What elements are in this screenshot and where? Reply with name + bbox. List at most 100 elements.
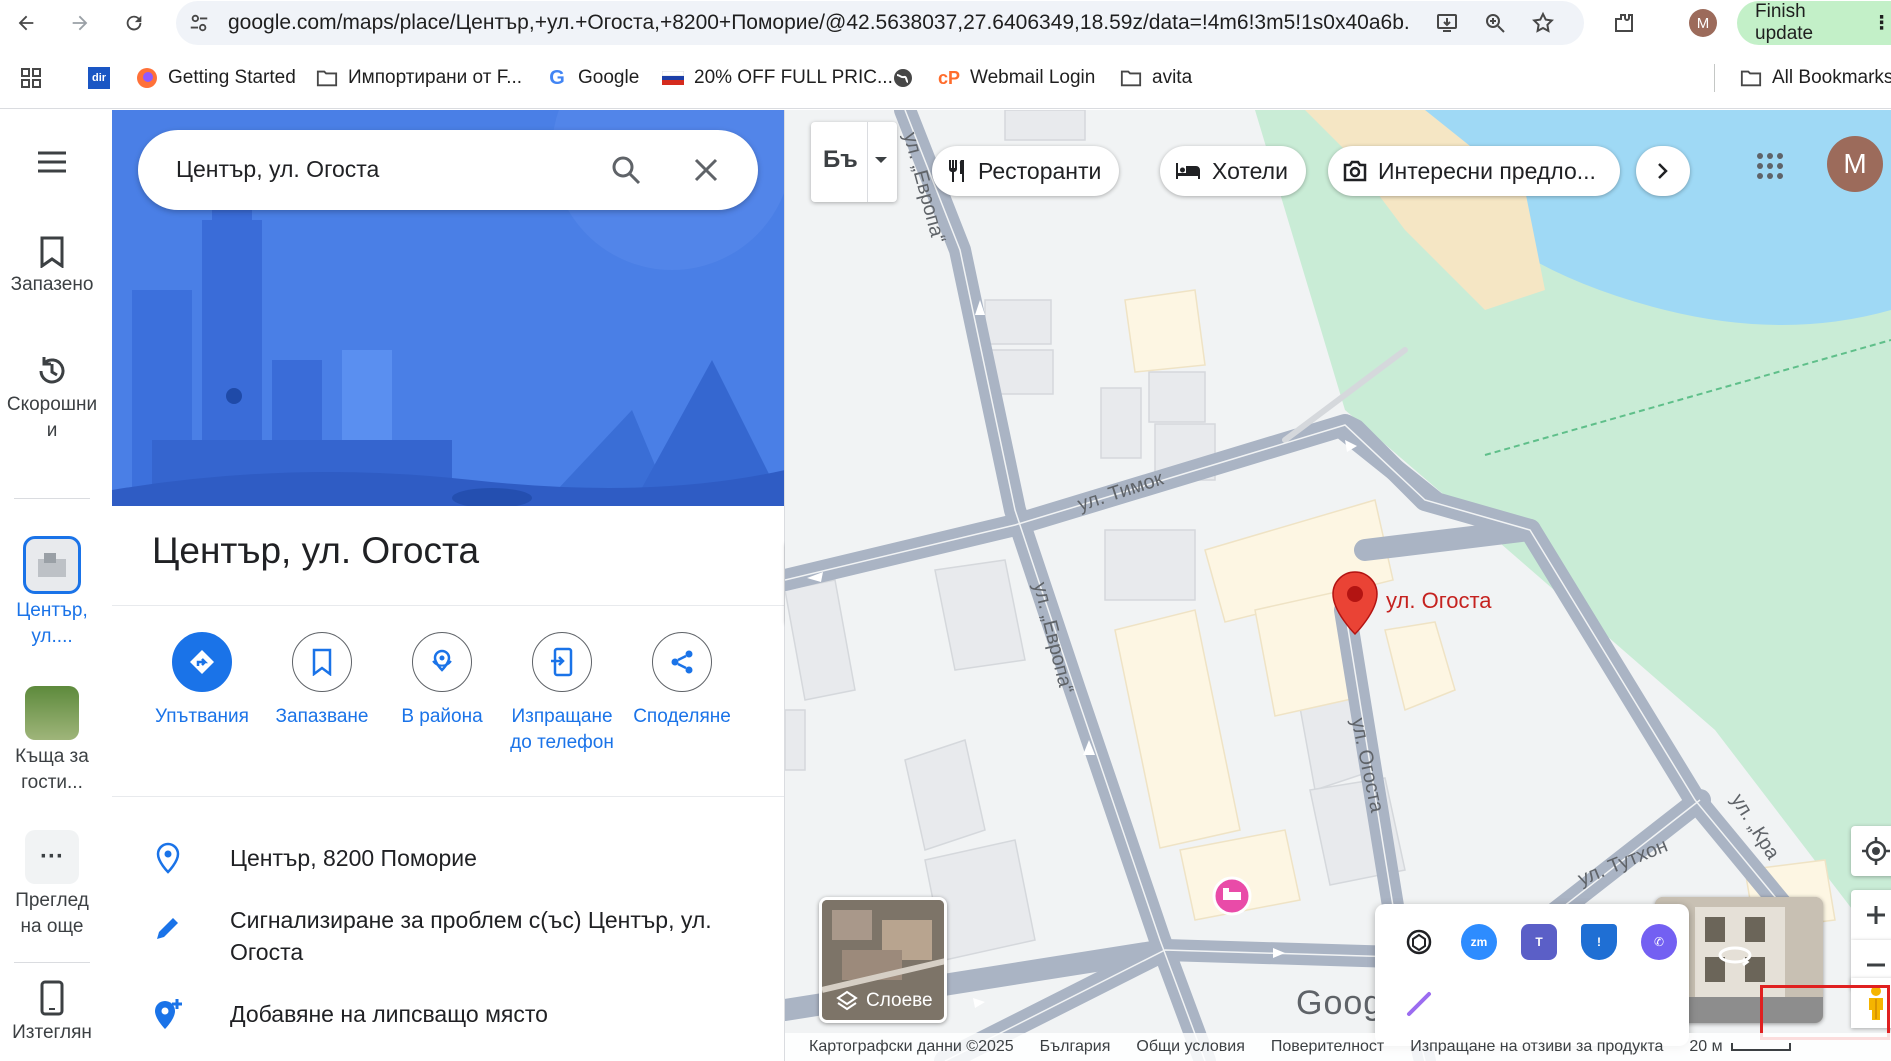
- chip-hotels[interactable]: Хотели: [1160, 146, 1306, 196]
- action-label: Запазване: [275, 706, 369, 727]
- address-bar[interactable]: google.com/maps/place/Център,+ул.+Огоста…: [176, 1, 1584, 45]
- google-apps-button[interactable]: [1750, 146, 1790, 186]
- zoom-in-button[interactable]: [1851, 890, 1891, 940]
- google-g-icon: G: [549, 66, 565, 89]
- caret-down-icon[interactable]: [873, 152, 889, 170]
- rail-divider: [14, 962, 90, 963]
- search-icon[interactable]: [606, 150, 646, 190]
- privacy-link[interactable]: Поверителност: [1271, 1038, 1384, 1056]
- finish-update-button[interactable]: Finish update ⋮: [1737, 1, 1891, 45]
- rail-current-place-label-tail: ул....: [31, 626, 73, 647]
- hotel-marker-icon[interactable]: [1212, 876, 1252, 916]
- site-info-icon[interactable]: [186, 10, 212, 36]
- install-app-icon[interactable]: [1432, 8, 1462, 38]
- map-scale[interactable]: 20 м: [1689, 1038, 1791, 1056]
- viber-icon[interactable]: ✆: [1641, 924, 1677, 960]
- country-link[interactable]: България: [1040, 1038, 1111, 1056]
- bookmark-webmail[interactable]: cP Webmail Login: [938, 64, 1095, 92]
- action-label: В района: [401, 706, 483, 727]
- zoom-icon[interactable]: [1480, 8, 1510, 38]
- chip-label: Ресторанти: [978, 157, 1102, 184]
- rail-divider: [14, 498, 90, 499]
- firefox-icon: [136, 67, 158, 89]
- chip-restaurants[interactable]: Ресторанти: [932, 146, 1120, 196]
- bookmark-avita[interactable]: avita: [1120, 64, 1192, 92]
- close-icon[interactable]: [686, 150, 726, 190]
- layers-icon: [836, 990, 858, 1011]
- rail-saved[interactable]: Запазено: [0, 236, 104, 298]
- bookmark-dir[interactable]: dir: [88, 64, 110, 92]
- action-label: Споделяне: [633, 706, 731, 727]
- minus-icon: [1867, 963, 1885, 967]
- extensions-button[interactable]: [1606, 5, 1642, 41]
- forward-button[interactable]: [62, 5, 98, 41]
- chatgpt-icon[interactable]: [1401, 924, 1437, 960]
- reload-button[interactable]: [116, 5, 152, 41]
- bookmark-icon: [40, 236, 64, 268]
- back-button[interactable]: [8, 5, 44, 41]
- hotel-bed-icon: [1176, 163, 1200, 179]
- feedback-link[interactable]: Изпращане на отзиви за продукта: [1410, 1038, 1663, 1056]
- maps-left-rail: Запазено Скорошни и Център, ул.... Къща …: [0, 110, 112, 1061]
- arrow-right-icon: [72, 15, 88, 31]
- place-title: Център, ул. Огоста: [152, 530, 480, 571]
- bookmark-google[interactable]: G Google: [546, 64, 639, 92]
- bookmark-label: Google: [578, 67, 640, 88]
- nearby-button[interactable]: В района: [382, 632, 502, 730]
- action-label: Упътвания: [155, 706, 249, 727]
- bookmark-20-off[interactable]: 20% OFF FULL PRIC...: [662, 64, 893, 92]
- rail-current-place[interactable]: Център, ул....: [0, 536, 104, 650]
- directions-button[interactable]: Упътвания: [142, 632, 262, 730]
- rail-more-label-tail: на още: [20, 916, 84, 937]
- rail-house[interactable]: Къща за гости...: [0, 686, 104, 796]
- scale-bar: [1730, 1043, 1791, 1051]
- map-canvas[interactable]: ул. „Европа“ ул. Тимок ул. „Европа“ ул. …: [785, 110, 1891, 1061]
- apps-grid-icon: [20, 67, 42, 89]
- rail-recents-label: Скорошни: [6, 394, 98, 415]
- rail-more[interactable]: ··· Преглед на още: [0, 830, 104, 940]
- nearby-icon: [432, 649, 452, 672]
- bookmark-all[interactable]: All Bookmarks: [1740, 64, 1891, 92]
- security-shield-icon[interactable]: !: [1581, 924, 1617, 960]
- folder-icon: [1740, 67, 1762, 89]
- dir-badge-icon: dir: [88, 67, 110, 89]
- map-footer: Картографски данни ©2025 България Общи у…: [785, 1033, 1891, 1061]
- send-to-phone-button[interactable]: Изпращане до телефон: [502, 632, 622, 756]
- crosshair-icon: [1862, 837, 1890, 865]
- terms-link[interactable]: Общи условия: [1136, 1038, 1245, 1056]
- map-type-toggle[interactable]: Бъ: [811, 122, 897, 202]
- bookmark-globe[interactable]: [892, 64, 914, 92]
- zoom-app-icon[interactable]: zm: [1461, 924, 1497, 960]
- search-box[interactable]: [138, 130, 758, 210]
- url-text[interactable]: google.com/maps/place/Център,+ул.+Огоста…: [228, 11, 1408, 35]
- scale-label: 20 м: [1689, 1038, 1723, 1055]
- kebab-menu-icon[interactable]: ⋮: [1872, 12, 1891, 35]
- finish-update-label: Finish update: [1755, 1, 1814, 44]
- rail-more-label: Преглед: [15, 890, 89, 911]
- folder-icon: [316, 67, 338, 89]
- bookmark-getting-started[interactable]: Getting Started: [136, 64, 296, 92]
- teams-icon[interactable]: T: [1521, 924, 1557, 960]
- share-button[interactable]: Споделяне: [622, 632, 742, 730]
- account-avatar[interactable]: M: [1827, 136, 1883, 192]
- bookmark-imported-folder[interactable]: Импортирани от F...: [316, 64, 522, 92]
- my-location-button[interactable]: [1851, 826, 1891, 876]
- rail-recents[interactable]: Скорошни и: [0, 354, 104, 444]
- report-text: Сигнализиране за проблем с(ъс) Център, у…: [230, 907, 712, 965]
- chips-next-button[interactable]: [1636, 146, 1690, 196]
- chip-attractions[interactable]: Интересни предло...: [1328, 146, 1620, 196]
- pen-icon[interactable]: [1401, 986, 1437, 1022]
- cpanel-icon: cP: [937, 67, 961, 88]
- pin-label[interactable]: ул. Огоста: [1386, 588, 1492, 614]
- apps-shortcut[interactable]: [20, 64, 42, 92]
- place-thumbnail: [23, 536, 81, 594]
- profile-avatar[interactable]: M: [1689, 9, 1717, 37]
- layers-label: Слоеве: [836, 990, 933, 1012]
- save-button[interactable]: Запазване: [262, 632, 382, 730]
- bookmark-star-icon[interactable]: [1528, 8, 1558, 38]
- arrow-left-icon: [18, 15, 34, 31]
- search-input[interactable]: [176, 156, 576, 183]
- layers-button[interactable]: Слоеве: [819, 897, 947, 1023]
- menu-button[interactable]: [0, 150, 104, 178]
- rail-mobile[interactable]: Изтеглян: [0, 980, 104, 1046]
